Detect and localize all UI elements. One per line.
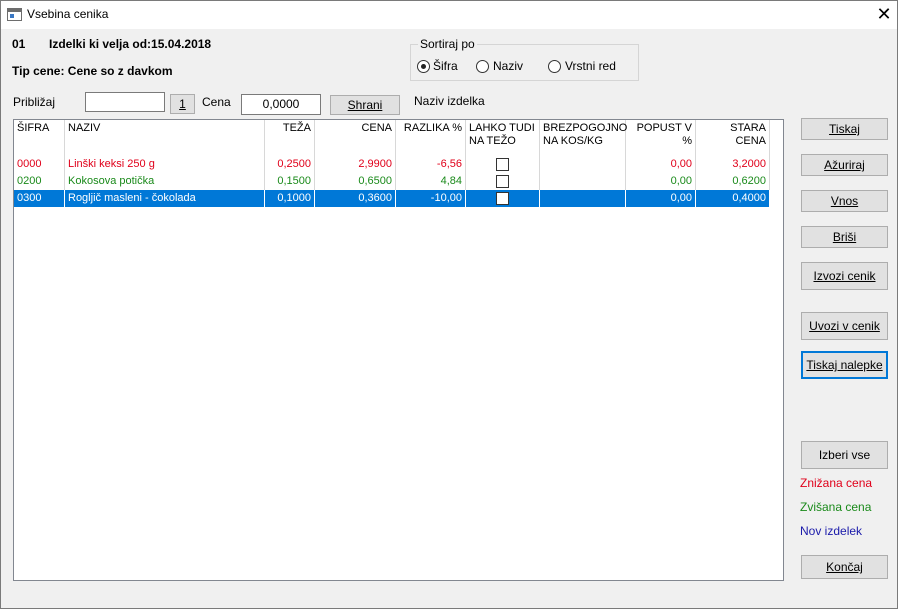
delete-button[interactable]: Briši [801,226,888,248]
cell-teza: 0,1500 [265,173,315,190]
entry-button[interactable]: Vnos [801,190,888,212]
cell-razlika: 4,84 [396,173,466,190]
cell-brezpogojno [540,190,626,207]
save-button[interactable]: Shrani [330,95,400,115]
cell-lahko-tudi [466,173,540,190]
product-name-label: Naziv izdelka [414,94,485,108]
table-row[interactable]: 0000 Linški keksi 250 g 0,2500 2,9900 -6,56 0… [14,156,770,173]
cell-teza: 0,1000 [265,190,315,207]
sort-radio-vrstni-red[interactable] [548,60,561,73]
close-icon[interactable]: ✕ [869,1,898,29]
entry-button-label: Vnos [830,194,859,208]
table-row[interactable]: 0200 Kokosova potička 0,1500 0,6500 4,84 0,00… [14,173,770,190]
sort-label-sifra[interactable]: Šifra [433,59,458,73]
cell-razlika: -6,56 [396,156,466,173]
print-button[interactable]: Tiskaj [801,118,888,140]
finish-button-label: Končaj [826,560,863,574]
cell-sifra: 0000 [14,156,65,173]
cell-lahko-tudi [466,190,540,207]
update-button[interactable]: Ažuriraj [801,154,888,176]
cell-brezpogojno [540,173,626,190]
one-button[interactable]: 1 [170,94,195,114]
print-button-label: Tiskaj [829,122,860,136]
column-header-sifra[interactable]: ŠIFRA [14,120,65,156]
select-all-button-label: Izberi vse [818,448,871,462]
cell-sifra: 0200 [14,173,65,190]
cell-stara-cena: 0,6200 [696,173,770,190]
column-header-cena[interactable]: CENA [315,120,396,156]
print-labels-button[interactable]: Tiskaj nalepke [801,351,888,379]
weight-checkbox[interactable] [496,175,509,188]
sort-label-naziv[interactable]: Naziv [493,59,523,73]
cell-sifra: 0300 [14,190,65,207]
column-header-popust[interactable]: POPUST V % [626,120,696,156]
cell-stara-cena: 3,2000 [696,156,770,173]
sort-legend: Sortiraj po [418,37,477,51]
one-button-label: 1 [179,97,186,111]
sort-radio-naziv[interactable] [476,60,489,73]
legend-increase: Zvišana cena [800,500,872,514]
weight-checkbox[interactable] [496,158,509,171]
select-all-button[interactable]: Izberi vse [801,441,888,469]
cell-razlika: -10,00 [396,190,466,207]
cell-popust: 0,00 [626,156,696,173]
finish-button[interactable]: Končaj [801,555,888,579]
sort-radio-sifra[interactable] [417,60,430,73]
import-pricelist-button[interactable]: Uvozi v cenik [801,312,888,340]
price-label: Cena [202,95,231,109]
cell-cena: 0,3600 [315,190,396,207]
cell-popust: 0,00 [626,173,696,190]
export-pricelist-button-label: Izvozi cenik [813,269,876,283]
column-header-lahko-tudi[interactable]: LAHKO TUDI NA TEŽO [466,120,540,156]
column-header-razlika[interactable]: RAZLIKA % [396,120,466,156]
import-pricelist-button-label: Uvozi v cenik [809,319,880,333]
approximate-label: Približaj [13,95,56,109]
delete-button-label: Briši [832,230,857,244]
price-input[interactable]: 0,0000 [241,94,321,115]
column-header-naziv[interactable]: NAZIV [65,120,265,156]
price-type-label: Tip cene: Cene so z davkom [12,64,173,78]
cell-lahko-tudi [466,156,540,173]
window-title: Vsebina cenika [27,7,109,21]
column-header-brezpogojno[interactable]: BREZPOGOJNO NA KOS/KG [540,120,627,156]
update-button-label: Ažuriraj [824,158,865,172]
table-row[interactable]: 0300 Rogljič masleni - čokolada 0,1000 0,36… [14,190,770,207]
column-header-stara-cena[interactable]: STARA CENA [696,120,770,156]
weight-checkbox[interactable] [496,192,509,205]
cell-cena: 2,9900 [315,156,396,173]
column-header-teza[interactable]: TEŽA [265,120,315,156]
cell-popust: 0,00 [626,190,696,207]
export-pricelist-button[interactable]: Izvozi cenik [801,262,888,290]
window-icon [7,8,22,21]
valid-from-label: Izdelki ki velja od:15.04.2018 [49,37,212,51]
cell-cena: 0,6500 [315,173,396,190]
cell-brezpogojno [540,156,626,173]
cell-naziv: Linški keksi 250 g [65,156,265,173]
save-button-label: Shrani [347,98,383,112]
sort-label-vrstni-red[interactable]: Vrstni red [565,59,616,73]
cell-teza: 0,2500 [265,156,315,173]
cell-naziv: Kokosova potička [65,173,265,190]
print-labels-button-label: Tiskaj nalepke [806,358,883,372]
cell-stara-cena: 0,4000 [696,190,770,207]
cell-naziv: Rogljič masleni - čokolada [65,190,265,207]
pricelist-table[interactable]: ŠIFRA NAZIV TEŽA CENA RAZLIKA % LAHKO TU… [13,119,784,581]
approximate-input[interactable] [85,92,165,112]
pricelist-code: 01 [12,37,26,51]
legend-discount: Znižana cena [800,476,873,490]
title-bar[interactable]: Vsebina cenika ✕ [1,1,897,29]
legend-new: Nov izdelek [800,524,863,538]
